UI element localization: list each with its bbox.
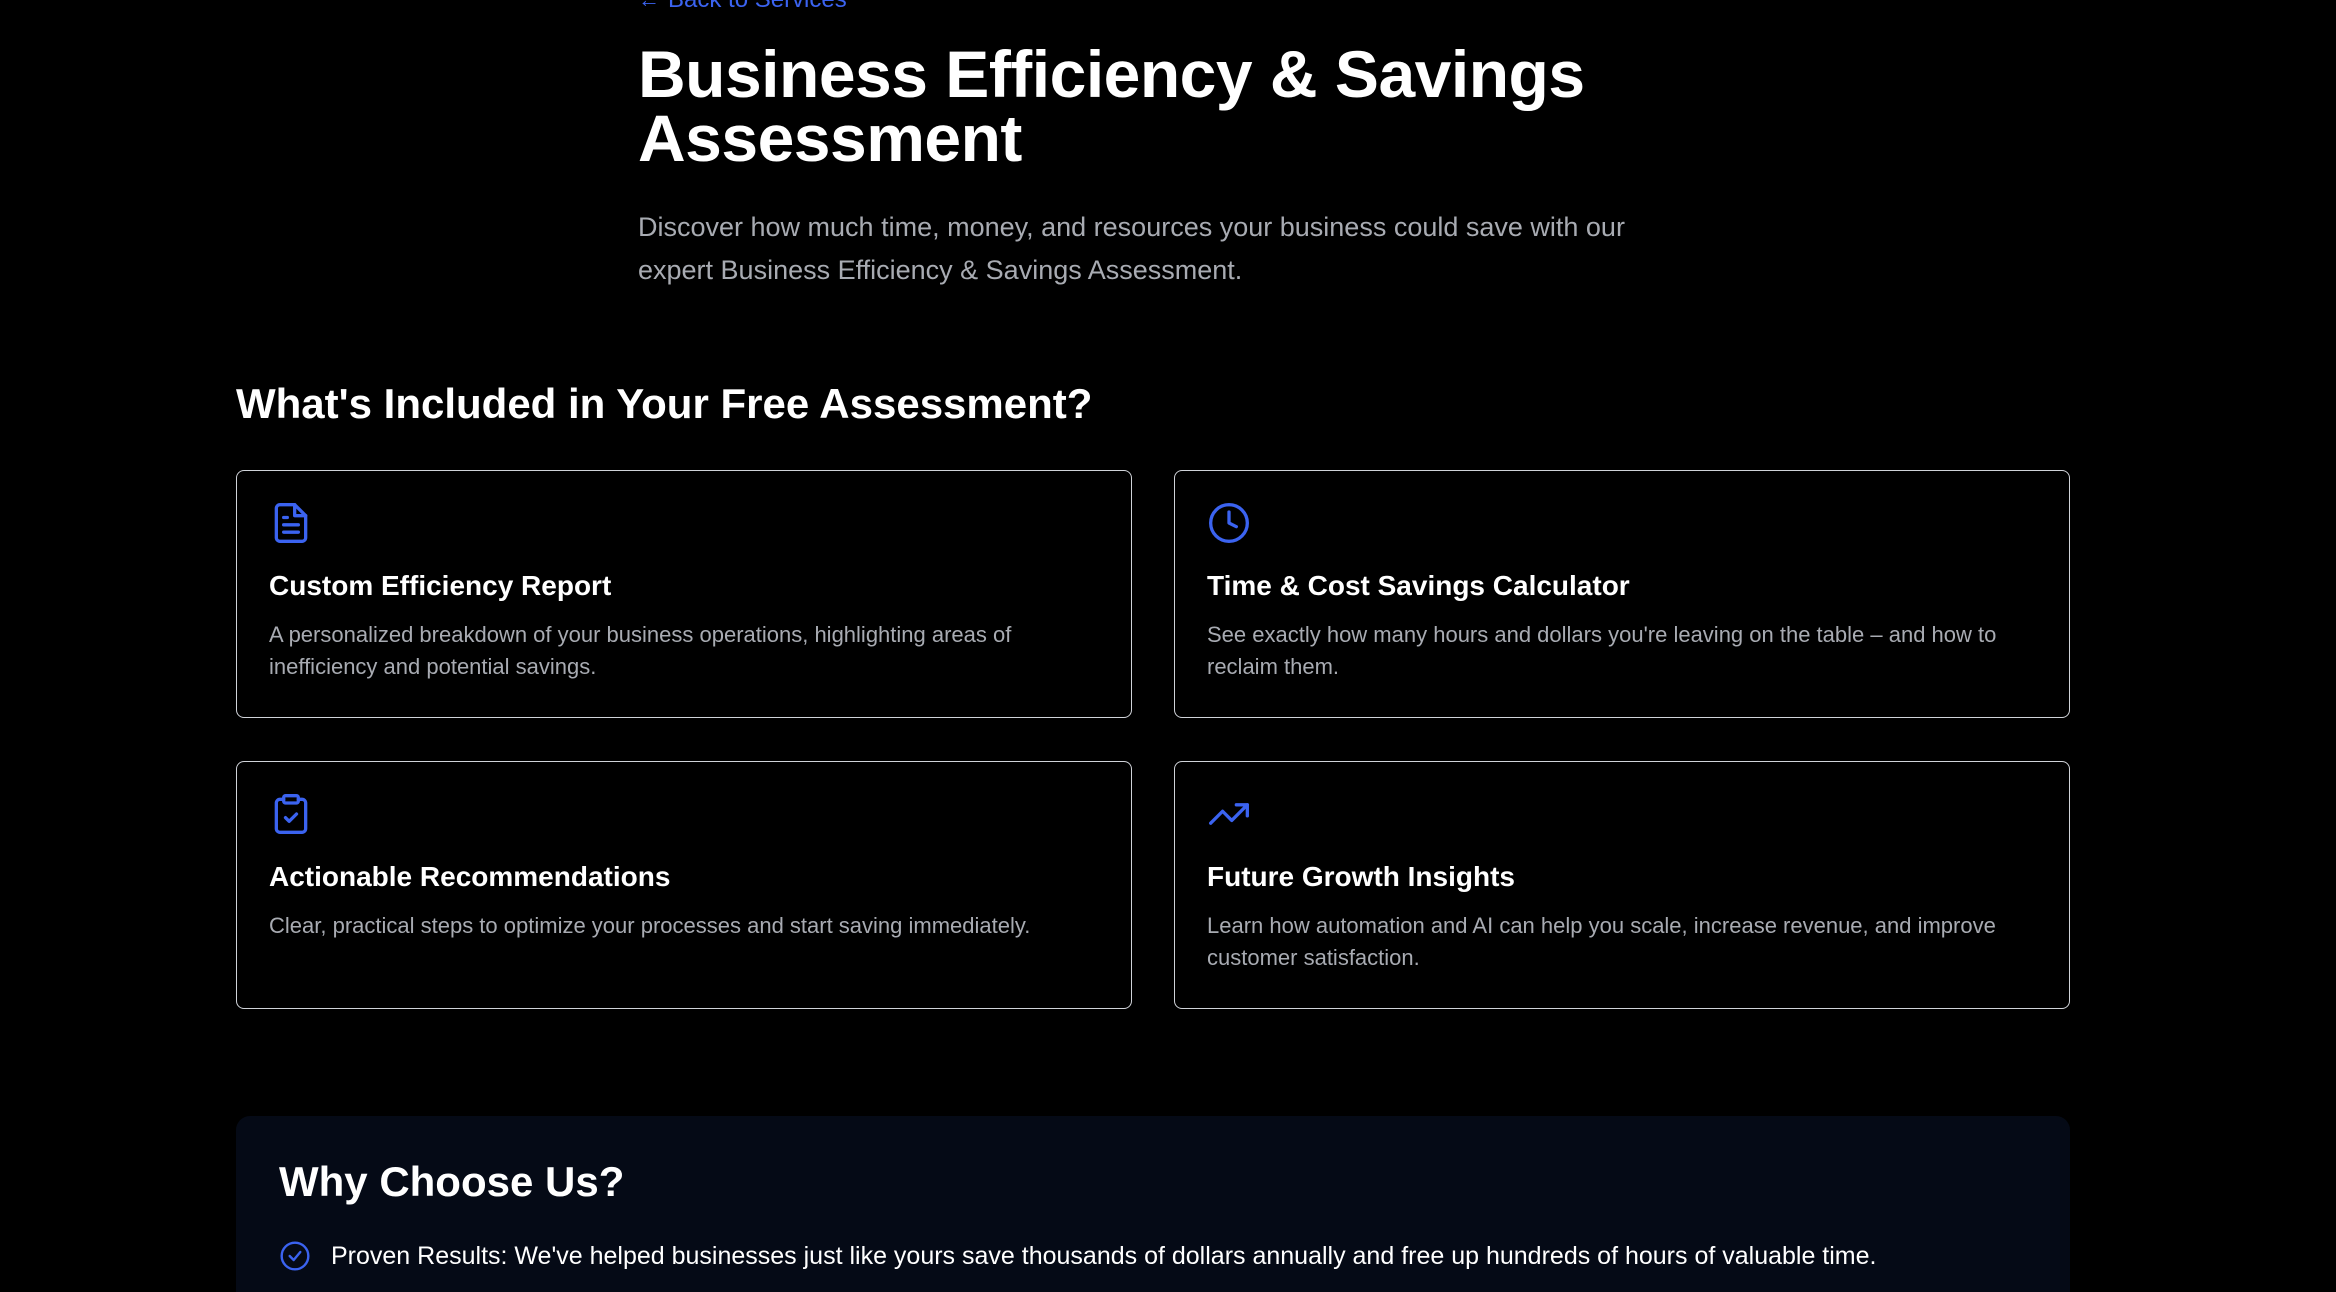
included-heading: What's Included in Your Free Assessment? xyxy=(236,380,1093,427)
card-title: Time & Cost Savings Calculator xyxy=(1207,570,1630,601)
page: ← Back to Services Business Efficiency &… xyxy=(0,0,2336,1292)
page-subtitle: Discover how much time, money, and resou… xyxy=(638,212,1625,285)
document-icon xyxy=(269,501,313,545)
page-title: Business Efficiency & Savings Assessment xyxy=(638,37,1585,175)
why-choose-us-panel: Why Choose Us? Proven Results: We've hel… xyxy=(236,1116,2070,1292)
card-time-cost-savings-calculator: Time & Cost Savings Calculator See exact… xyxy=(1174,470,2070,718)
arrow-left-icon: ← xyxy=(638,0,660,13)
clock-icon xyxy=(1207,501,1251,545)
why-item-text: Proven Results: We've helped businesses … xyxy=(331,1242,1877,1270)
back-to-services-link[interactable]: ← Back to Services xyxy=(638,0,847,14)
why-heading: Why Choose Us? xyxy=(279,1158,625,1205)
card-custom-efficiency-report: Custom Efficiency Report A personalized … xyxy=(236,470,1132,718)
card-future-growth-insights: Future Growth Insights Learn how automat… xyxy=(1174,761,2070,1009)
card-title: Future Growth Insights xyxy=(1207,861,1515,892)
check-circle-icon xyxy=(279,1240,311,1272)
card-title: Custom Efficiency Report xyxy=(269,570,612,601)
card-title: Actionable Recommendations xyxy=(269,861,671,892)
back-link-label: Back to Services xyxy=(668,0,847,14)
card-description: Clear, practical steps to optimize your … xyxy=(269,913,1031,938)
clipboard-check-icon xyxy=(269,792,313,836)
trending-up-icon xyxy=(1207,792,1251,836)
why-list-item: Proven Results: We've helped businesses … xyxy=(279,1240,2027,1272)
card-description: Learn how automation and AI can help you… xyxy=(1207,913,1996,970)
card-actionable-recommendations: Actionable Recommendations Clear, practi… xyxy=(236,761,1132,1009)
card-description: A personalized breakdown of your busines… xyxy=(269,622,1012,679)
card-description: See exactly how many hours and dollars y… xyxy=(1207,622,1997,679)
